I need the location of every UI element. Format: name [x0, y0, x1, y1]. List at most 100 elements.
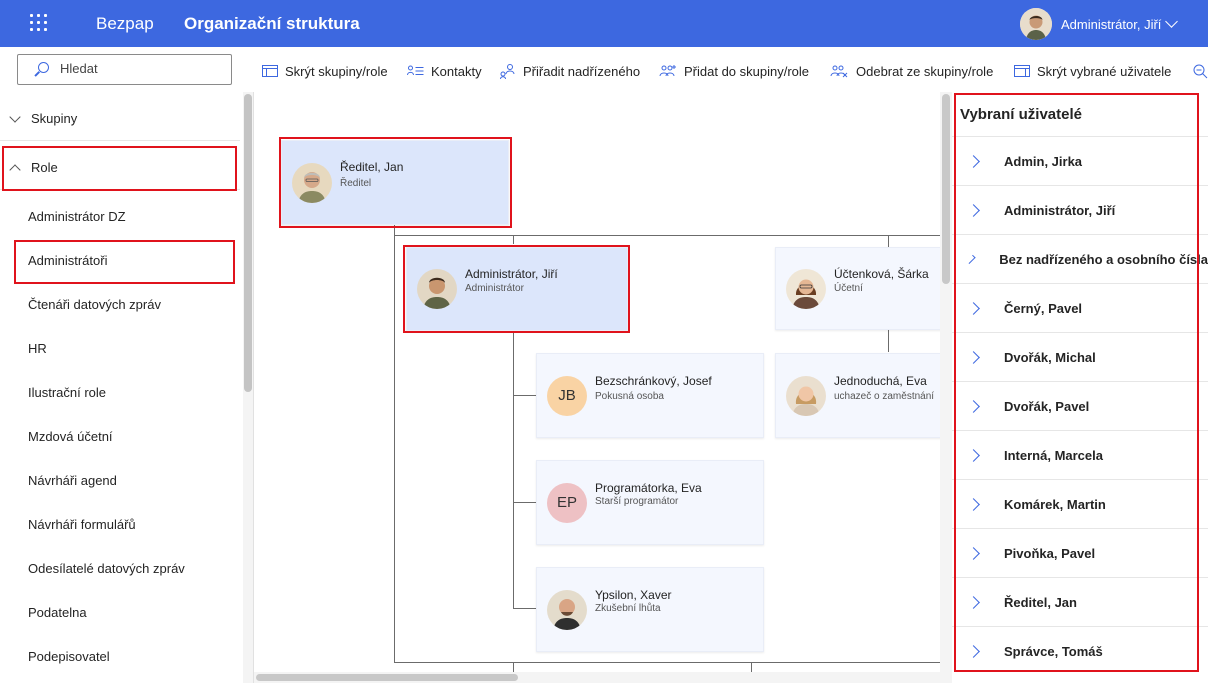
selected-user-name: Interná, Marcela	[1004, 447, 1103, 463]
canvas-vscroll-thumb[interactable]	[942, 94, 950, 284]
org-card[interactable]: Ypsilon, Xaver Zkušební lhůta	[536, 567, 764, 652]
connector-line	[394, 223, 395, 663]
connector-line	[394, 235, 940, 236]
sidebar-role-item[interactable]: Ilustrační role	[0, 370, 240, 414]
sidebar-role-item[interactable]: Podepisovatel	[0, 634, 240, 678]
panel-icon	[1014, 65, 1030, 77]
chevron-right-icon	[967, 154, 980, 168]
add-to-group-button[interactable]: Přidat do skupiny/role	[659, 62, 809, 80]
org-chart-canvas[interactable]: Ředitel, Jan Ředitel Administrátor, Jiří…	[254, 92, 940, 683]
card-name: Programátorka, Eva	[595, 481, 702, 495]
app-launcher-icon[interactable]	[30, 14, 48, 32]
zoom-out-icon	[1193, 64, 1208, 79]
org-card[interactable]: Ředitel, Jan Ředitel	[281, 140, 509, 225]
avatar	[547, 589, 587, 630]
chevron-right-icon	[967, 644, 980, 658]
chevron-right-icon	[967, 350, 980, 364]
selected-user-item[interactable]: Pivoňka, Pavel	[952, 528, 1208, 577]
chevron-right-icon	[967, 399, 980, 413]
contacts-button[interactable]: Kontakty	[407, 62, 482, 80]
chevron-down-icon	[9, 110, 21, 123]
sidebar-scroll-thumb[interactable]	[244, 94, 252, 392]
sidebar-groups-label: Skupiny	[31, 111, 78, 126]
card-name: Bezschránkový, Josef	[595, 374, 712, 388]
app-name[interactable]: Bezpap	[96, 14, 154, 34]
selected-user-name: Správce, Tomáš	[1004, 643, 1103, 659]
selected-user-name: Bez nadřízeného a osobního čísla	[999, 251, 1208, 267]
chevron-right-icon	[967, 301, 980, 315]
chevron-right-icon	[967, 595, 980, 609]
toolbar: Skrýt skupiny/role Kontakty Přiřadit nad…	[0, 47, 1208, 92]
selected-user-item[interactable]: Administrátor, Jiří	[952, 185, 1208, 234]
connector-line	[394, 662, 940, 663]
sidebar-roles-label: Role	[31, 160, 58, 175]
selected-user-name: Komárek, Martin	[1004, 496, 1106, 512]
avatar: EP	[547, 482, 587, 523]
avatar	[786, 375, 826, 416]
selected-user-name: Dvořák, Michal	[1004, 349, 1096, 365]
sidebar-role-item[interactable]: Čtenáři datových zpráv	[0, 282, 240, 326]
sidebar-role-item[interactable]: Návrháři formulářů	[0, 502, 240, 546]
org-card[interactable]: Administrátor, Jiří Administrátor	[406, 247, 628, 331]
user-menu[interactable]: Administrátor, Jiří	[1020, 8, 1179, 40]
selected-user-item[interactable]: Dvořák, Pavel	[952, 381, 1208, 430]
card-name: Účtenková, Šárka	[834, 267, 929, 281]
selected-user-item[interactable]: Bez nadřízeného a osobního čísla	[952, 234, 1208, 283]
top-bar: Bezpap Organizační struktura Administrát…	[0, 0, 1208, 47]
selected-user-item[interactable]: Černý, Pavel	[952, 283, 1208, 332]
connector-line	[513, 332, 514, 609]
selected-user-item[interactable]: Dvořák, Michal	[952, 332, 1208, 381]
org-card[interactable]: JB Bezschránkový, Josef Pokusná osoba	[536, 353, 764, 438]
org-card[interactable]: EP Programátorka, Eva Starší programátor	[536, 460, 764, 545]
selected-user-item[interactable]: Admin, Jirka	[952, 136, 1208, 185]
selected-user-item[interactable]: Interná, Marcela	[952, 430, 1208, 479]
search-box[interactable]	[17, 54, 232, 85]
sidebar-role-item[interactable]: Návrháři agend	[0, 458, 240, 502]
add-to-group-label: Přidat do skupiny/role	[684, 63, 810, 79]
selected-user-name: Ředitel, Jan	[1004, 594, 1077, 610]
chevron-up-icon	[9, 163, 21, 176]
selected-user-name: Pivoňka, Pavel	[1004, 545, 1096, 561]
canvas-hscroll-thumb[interactable]	[256, 674, 518, 681]
selected-user-name: Admin, Jirka	[1004, 153, 1083, 169]
sidebar-role-item[interactable]: Mzdová účetní	[0, 414, 240, 458]
sidebar-scrollbar[interactable]	[243, 92, 253, 683]
hide-selected-users-button[interactable]: Skrýt vybrané uživatele	[1014, 62, 1171, 80]
contacts-label: Kontakty	[431, 63, 482, 79]
assign-manager-button[interactable]: Přiřadit nadřízeného	[500, 62, 640, 80]
sidebar-role-item[interactable]: Podatelna	[0, 590, 240, 634]
selected-user-name: Černý, Pavel	[1004, 300, 1083, 316]
canvas-horizontal-scrollbar[interactable]	[254, 672, 940, 683]
page-title: Organizační struktura	[184, 14, 360, 33]
connector-line	[513, 395, 536, 396]
sidebar-role-item[interactable]: Administrátoři	[0, 238, 240, 282]
chevron-right-icon	[967, 203, 980, 217]
chevron-right-icon	[967, 546, 980, 560]
hide-groups-button[interactable]: Skrýt skupiny/role	[262, 62, 388, 80]
zoom-out-button[interactable]	[1192, 62, 1208, 80]
panel-title: Vybraní uživatelé	[960, 106, 1082, 123]
avatar	[417, 269, 457, 309]
sidebar-role-item[interactable]: HR	[0, 326, 240, 370]
search-input[interactable]	[60, 61, 220, 76]
sidebar-role-item[interactable]: Odesílatelé datových zpráv	[0, 546, 240, 590]
selected-users-panel: Vybraní uživatelé Admin, Jirka Administr…	[952, 92, 1208, 683]
remove-from-group-button[interactable]: Odebrat ze skupiny/role	[830, 62, 993, 80]
canvas-vertical-scrollbar[interactable]	[940, 92, 952, 683]
org-card[interactable]: Účtenková, Šárka Účetní	[775, 247, 940, 330]
add-group-icon	[659, 65, 676, 77]
selected-user-item[interactable]: Ředitel, Jan	[952, 577, 1208, 626]
selected-user-item[interactable]: Komárek, Martin	[952, 479, 1208, 528]
card-role: Zkušební lhůta	[595, 603, 661, 614]
remove-group-icon	[830, 65, 848, 78]
sidebar-groups-header[interactable]: Skupiny	[0, 97, 240, 141]
sidebar-roles-header[interactable]: Role	[0, 146, 240, 190]
assign-manager-label: Přiřadit nadřízeného	[523, 63, 641, 79]
sidebar-role-item[interactable]: Administrátor DZ	[0, 194, 240, 238]
selected-user-item[interactable]: Správce, Tomáš	[952, 626, 1208, 675]
selected-user-name: Administrátor, Jiří	[1004, 202, 1116, 218]
assign-manager-icon	[500, 64, 515, 79]
org-card[interactable]: Jednoduchá, Eva uchazeč o zaměstnání	[775, 353, 940, 438]
card-name: Jednoduchá, Eva	[834, 374, 927, 388]
selected-user-name: Dvořák, Pavel	[1004, 398, 1090, 414]
